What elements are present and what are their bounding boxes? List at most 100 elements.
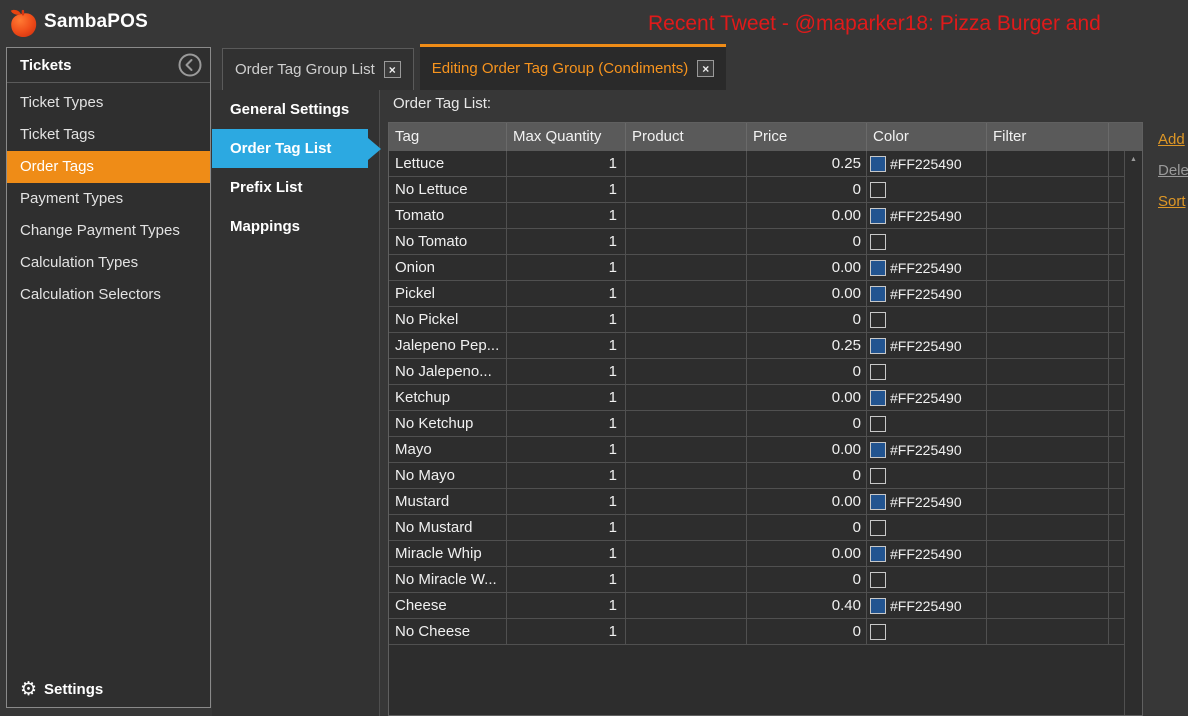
cell-price[interactable]: 0.00 bbox=[747, 203, 867, 228]
cell-max-quantity[interactable]: 1 bbox=[507, 437, 626, 462]
cell-max-quantity[interactable]: 1 bbox=[507, 307, 626, 332]
command-link[interactable]: Sort bbox=[1158, 193, 1188, 210]
cell-filter[interactable] bbox=[987, 359, 1109, 384]
cell-max-quantity[interactable]: 1 bbox=[507, 515, 626, 540]
command-link[interactable]: Dele bbox=[1158, 162, 1188, 179]
cell-price[interactable]: 0 bbox=[747, 359, 867, 384]
color-swatch[interactable] bbox=[870, 156, 886, 172]
color-swatch[interactable] bbox=[870, 286, 886, 302]
color-swatch[interactable] bbox=[870, 208, 886, 224]
close-icon[interactable]: × bbox=[697, 60, 714, 77]
cell-price[interactable]: 0 bbox=[747, 229, 867, 254]
table-row[interactable]: Lettuce 1 0.25 #FF225490 bbox=[389, 151, 1125, 177]
cell-color[interactable]: #FF225490 bbox=[867, 489, 987, 514]
table-row[interactable]: Jalepeno Pep... 1 0.25 #FF225490 bbox=[389, 333, 1125, 359]
color-swatch[interactable] bbox=[870, 572, 886, 588]
sidebar-item[interactable]: Payment Types bbox=[7, 183, 210, 215]
cell-color[interactable]: #FF225490 bbox=[867, 333, 987, 358]
close-icon[interactable]: × bbox=[384, 61, 401, 78]
color-swatch[interactable] bbox=[870, 390, 886, 406]
sidebar-item[interactable]: Ticket Types bbox=[7, 87, 210, 119]
table-row[interactable]: Cheese 1 0.40 #FF225490 bbox=[389, 593, 1125, 619]
cell-filter[interactable] bbox=[987, 567, 1109, 592]
cell-product[interactable] bbox=[626, 281, 747, 306]
table-row[interactable]: Pickel 1 0.00 #FF225490 bbox=[389, 281, 1125, 307]
cell-product[interactable] bbox=[626, 411, 747, 436]
cell-max-quantity[interactable]: 1 bbox=[507, 567, 626, 592]
back-icon[interactable] bbox=[178, 53, 202, 77]
color-swatch[interactable] bbox=[870, 416, 886, 432]
cell-color[interactable] bbox=[867, 307, 987, 332]
cell-tag[interactable]: Cheese bbox=[389, 593, 507, 618]
cell-color[interactable]: #FF225490 bbox=[867, 385, 987, 410]
table-row[interactable]: No Miracle W... 1 0 bbox=[389, 567, 1125, 593]
cell-filter[interactable] bbox=[987, 463, 1109, 488]
section-tab[interactable]: Mappings bbox=[212, 207, 379, 246]
color-swatch[interactable] bbox=[870, 338, 886, 354]
sidebar-item[interactable]: Ticket Tags bbox=[7, 119, 210, 151]
color-swatch[interactable] bbox=[870, 260, 886, 276]
column-header[interactable]: Filter bbox=[987, 123, 1109, 151]
cell-max-quantity[interactable]: 1 bbox=[507, 177, 626, 202]
table-row[interactable]: No Tomato 1 0 bbox=[389, 229, 1125, 255]
cell-price[interactable]: 0.25 bbox=[747, 151, 867, 176]
section-tab[interactable]: Prefix List bbox=[212, 168, 379, 207]
cell-color[interactable]: #FF225490 bbox=[867, 593, 987, 618]
color-swatch[interactable] bbox=[870, 182, 886, 198]
column-header[interactable]: Product bbox=[626, 123, 747, 151]
cell-filter[interactable] bbox=[987, 151, 1109, 176]
column-header[interactable]: Max Quantity bbox=[507, 123, 626, 151]
cell-tag[interactable]: Lettuce bbox=[389, 151, 507, 176]
cell-color[interactable] bbox=[867, 229, 987, 254]
cell-color[interactable] bbox=[867, 359, 987, 384]
cell-color[interactable] bbox=[867, 567, 987, 592]
cell-max-quantity[interactable]: 1 bbox=[507, 333, 626, 358]
cell-filter[interactable] bbox=[987, 255, 1109, 280]
table-row[interactable]: No Cheese 1 0 bbox=[389, 619, 1125, 645]
sidebar-item[interactable]: Order Tags bbox=[7, 151, 210, 183]
cell-tag[interactable]: Mustard bbox=[389, 489, 507, 514]
cell-product[interactable] bbox=[626, 307, 747, 332]
section-tab[interactable]: Order Tag List bbox=[212, 129, 368, 168]
table-row[interactable]: No Pickel 1 0 bbox=[389, 307, 1125, 333]
cell-max-quantity[interactable]: 1 bbox=[507, 411, 626, 436]
cell-max-quantity[interactable]: 1 bbox=[507, 463, 626, 488]
cell-tag[interactable]: Ketchup bbox=[389, 385, 507, 410]
cell-color[interactable]: #FF225490 bbox=[867, 541, 987, 566]
cell-tag[interactable]: No Mayo bbox=[389, 463, 507, 488]
cell-product[interactable] bbox=[626, 619, 747, 644]
cell-price[interactable]: 0 bbox=[747, 411, 867, 436]
cell-filter[interactable] bbox=[987, 619, 1109, 644]
cell-price[interactable]: 0 bbox=[747, 515, 867, 540]
cell-max-quantity[interactable]: 1 bbox=[507, 385, 626, 410]
cell-tag[interactable]: Pickel bbox=[389, 281, 507, 306]
cell-product[interactable] bbox=[626, 333, 747, 358]
cell-product[interactable] bbox=[626, 359, 747, 384]
cell-color[interactable] bbox=[867, 619, 987, 644]
column-header[interactable]: Tag bbox=[389, 123, 507, 151]
cell-filter[interactable] bbox=[987, 411, 1109, 436]
table-row[interactable]: Onion 1 0.00 #FF225490 bbox=[389, 255, 1125, 281]
cell-product[interactable] bbox=[626, 255, 747, 280]
color-swatch[interactable] bbox=[870, 624, 886, 640]
cell-product[interactable] bbox=[626, 385, 747, 410]
cell-color[interactable] bbox=[867, 463, 987, 488]
cell-product[interactable] bbox=[626, 515, 747, 540]
table-row[interactable]: No Lettuce 1 0 bbox=[389, 177, 1125, 203]
cell-max-quantity[interactable]: 1 bbox=[507, 593, 626, 618]
cell-color[interactable] bbox=[867, 411, 987, 436]
color-swatch[interactable] bbox=[870, 312, 886, 328]
sidebar-item[interactable]: Calculation Selectors bbox=[7, 279, 210, 311]
cell-filter[interactable] bbox=[987, 307, 1109, 332]
color-swatch[interactable] bbox=[870, 468, 886, 484]
table-row[interactable]: Ketchup 1 0.00 #FF225490 bbox=[389, 385, 1125, 411]
column-header[interactable]: Price bbox=[747, 123, 867, 151]
cell-price[interactable]: 0 bbox=[747, 177, 867, 202]
cell-tag[interactable]: Jalepeno Pep... bbox=[389, 333, 507, 358]
cell-max-quantity[interactable]: 1 bbox=[507, 203, 626, 228]
cell-max-quantity[interactable]: 1 bbox=[507, 281, 626, 306]
cell-price[interactable]: 0.00 bbox=[747, 489, 867, 514]
cell-max-quantity[interactable]: 1 bbox=[507, 359, 626, 384]
cell-price[interactable]: 0.00 bbox=[747, 541, 867, 566]
sidebar-item[interactable]: Calculation Types bbox=[7, 247, 210, 279]
